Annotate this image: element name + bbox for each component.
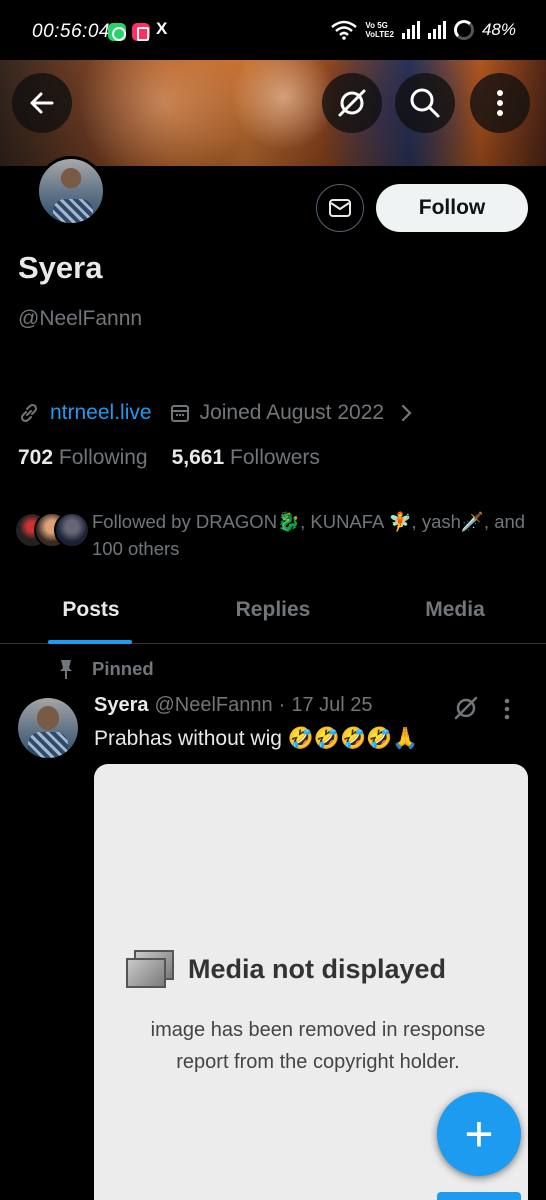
followers-stat[interactable]: 5,661 Followers [172, 446, 320, 470]
pinned-indicator: Pinned [58, 658, 154, 680]
wifi-icon [331, 20, 358, 40]
media-title: Media not displayed [188, 953, 447, 984]
tweet-author-name[interactable]: Syera [94, 694, 149, 717]
follow-stats: 702 Following 5,661 Followers [18, 446, 320, 470]
battery-percent: 48% [481, 20, 516, 39]
calendar-icon [170, 405, 189, 422]
whatsapp-notification-icon [108, 23, 126, 41]
pinned-label: Pinned [92, 658, 154, 679]
tweet-header: Syera @NeelFannn · 17 Jul 25 [94, 694, 373, 717]
image-placeholder-icon [126, 950, 174, 988]
pin-icon [60, 660, 72, 679]
search-button[interactable] [395, 73, 455, 133]
profile-tabs: Posts Replies Media [0, 586, 546, 644]
more-vertical-icon [497, 90, 503, 116]
follow-button[interactable]: Follow [376, 184, 528, 232]
website-link[interactable]: ntrneel.live [50, 401, 152, 425]
tab-posts[interactable]: Posts [0, 586, 182, 644]
profile-banner [0, 60, 546, 166]
tab-media[interactable]: Media [364, 586, 546, 643]
search-icon [410, 88, 440, 118]
volte-indicator: Vo 5G VoLTE2 [365, 21, 394, 39]
chevron-right-icon[interactable] [400, 404, 412, 422]
profile-handle: @NeelFannn [18, 307, 143, 330]
status-time: 00:56:04 [32, 21, 110, 42]
grok-icon [338, 89, 366, 117]
following-stat[interactable]: 702 Following [18, 446, 148, 470]
media-description: image has been removed in response repor… [150, 1019, 486, 1073]
message-button[interactable] [316, 184, 364, 232]
grok-icon[interactable] [452, 694, 480, 722]
compose-button[interactable]: + [437, 1092, 521, 1176]
back-arrow-icon [30, 92, 54, 114]
following-count: 702 [18, 446, 54, 469]
followers-count: 5,661 [171, 446, 225, 469]
status-right-group: Vo 5G VoLTE2 48% [331, 20, 516, 40]
joined-date: Joined August 2022 [199, 401, 385, 424]
followed-by-text: Followed by DRAGON🐉, KUNAFA 🧚, yash🗡️, a… [92, 511, 526, 559]
grok-button[interactable] [322, 73, 382, 133]
tab-replies[interactable]: Replies [182, 586, 364, 643]
profile-display-name: Syera [18, 250, 103, 285]
more-options-button[interactable] [470, 73, 530, 133]
battery-icon [453, 20, 474, 40]
fab-shadow [437, 1192, 521, 1200]
following-label: Following [58, 446, 148, 469]
status-bar: 00:56:04 X Vo 5G VoLTE2 48% [0, 0, 546, 60]
followed-by-avatars [14, 508, 90, 548]
app-notification-icon [132, 23, 150, 41]
link-icon [20, 403, 38, 423]
followed-by-row[interactable]: Followed by DRAGON🐉, KUNAFA 🧚, yash🗡️, a… [14, 508, 534, 562]
back-button[interactable] [12, 73, 72, 133]
tweet-author-handle[interactable]: @NeelFannn [155, 694, 273, 717]
tweet-text: Prabhas without wig 🤣🤣🤣🤣🙏 [94, 727, 419, 750]
follower-avatar [54, 512, 90, 548]
mail-icon [329, 199, 351, 217]
media-title-row: Media not displayed [126, 950, 446, 988]
x-notification-icon: X [156, 19, 168, 38]
signal-icon-2 [427, 21, 446, 39]
tweet-more-icon[interactable] [504, 698, 510, 720]
tweet-separator: · [278, 694, 286, 716]
followers-label: Followers [230, 446, 320, 469]
signal-icon-1 [401, 21, 420, 39]
tweet-author-avatar[interactable] [18, 698, 78, 758]
profile-avatar[interactable] [36, 156, 106, 226]
profile-meta: ntrneel.live Joined August 2022 [18, 398, 412, 428]
tweet-date[interactable]: 17 Jul 25 [291, 694, 372, 717]
